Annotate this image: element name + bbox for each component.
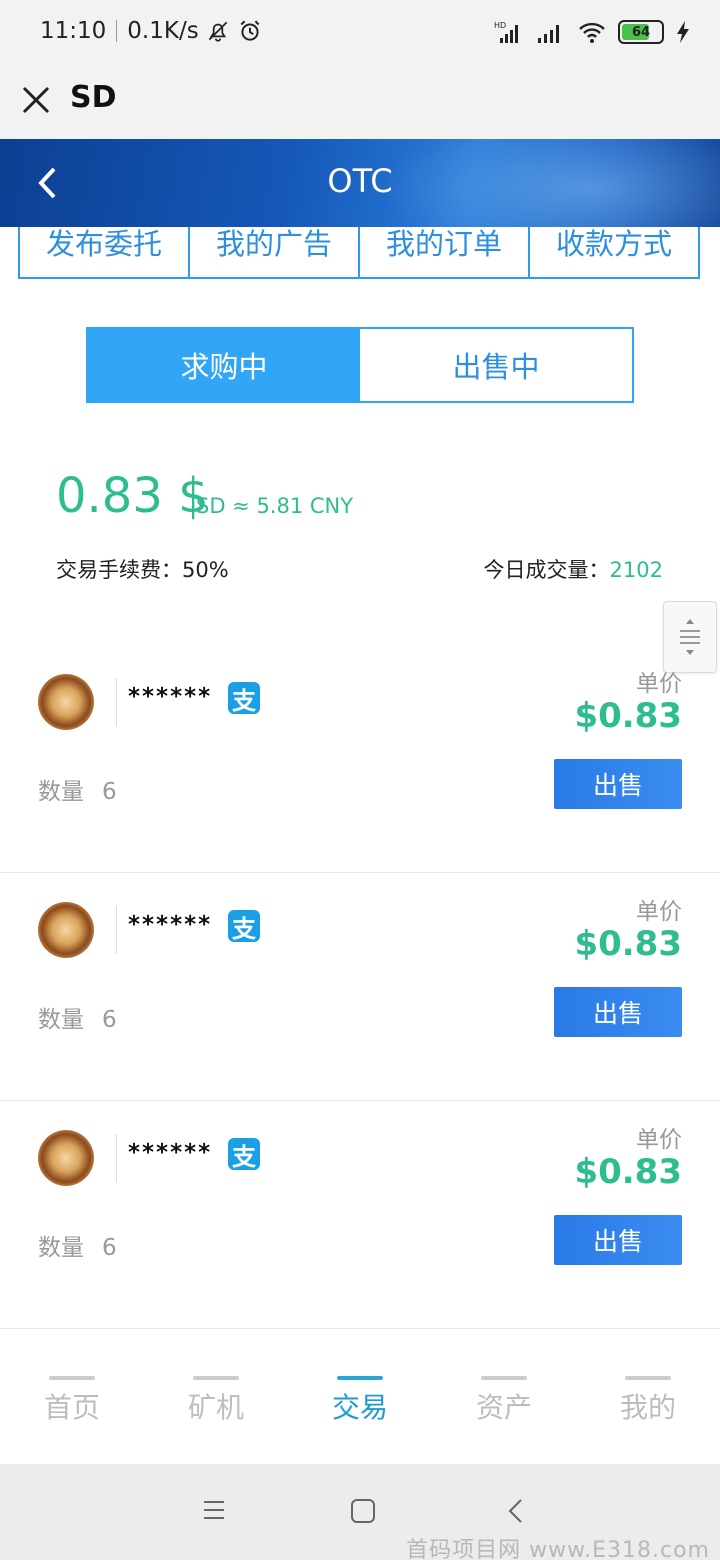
alarm-icon bbox=[240, 20, 260, 41]
avatar bbox=[38, 1130, 94, 1186]
user-name: ****** bbox=[128, 912, 213, 938]
bell-off-icon bbox=[208, 21, 227, 42]
watermark: 首码项目网 www.E318.com bbox=[406, 1538, 710, 1563]
status-separator bbox=[116, 20, 118, 42]
user-name: ****** bbox=[128, 684, 213, 710]
quantity-label: 数量 bbox=[38, 779, 84, 805]
back-icon[interactable] bbox=[506, 1498, 526, 1524]
unit-price-label: 单价 bbox=[636, 671, 682, 697]
divider bbox=[116, 906, 117, 954]
tab-assets[interactable]: 资产 bbox=[432, 1360, 576, 1464]
webview-title: SD bbox=[70, 80, 117, 115]
tab-label: 矿机 bbox=[187, 1391, 244, 1424]
fee-info: 交易手续费：50% bbox=[56, 554, 229, 584]
sell-button[interactable]: 出售 bbox=[554, 1215, 682, 1265]
battery-level: 64 bbox=[631, 24, 651, 40]
tab-indicator bbox=[193, 1376, 239, 1380]
tab-indicator bbox=[625, 1376, 671, 1380]
avatar bbox=[38, 902, 94, 958]
hd-signal-icon: HD bbox=[494, 21, 518, 43]
tab-trade[interactable]: 交易 bbox=[288, 1360, 432, 1464]
quantity-label: 数量 bbox=[38, 1235, 84, 1261]
sell-button[interactable]: 出售 bbox=[554, 987, 682, 1037]
svg-text:HD: HD bbox=[494, 21, 506, 30]
status-left: 11:10 0.1K/s bbox=[40, 18, 263, 44]
divider bbox=[116, 678, 117, 726]
volume-info: 今日成交量：2102 bbox=[484, 554, 663, 584]
wifi-icon bbox=[579, 22, 605, 43]
unit-price-label: 单价 bbox=[636, 1127, 682, 1153]
price-conversion: SD ≈ 5.81 CNY bbox=[196, 494, 354, 518]
bottom-tab-bar: 首页 矿机 交易 资产 我的 bbox=[0, 1360, 720, 1464]
webview-header: SD bbox=[0, 68, 720, 140]
unit-price: $0.83 bbox=[574, 1152, 682, 1192]
battery-icon: 64 bbox=[618, 20, 664, 44]
nav-my-orders[interactable]: 我的订单 bbox=[360, 227, 530, 277]
quantity-value: 6 bbox=[102, 779, 117, 805]
volume-value: 2102 bbox=[609, 558, 663, 582]
tab-label: 交易 bbox=[331, 1391, 388, 1424]
nav-publish-order[interactable]: 发布委托 bbox=[20, 227, 190, 277]
quantity: 数量 6 bbox=[38, 1228, 117, 1262]
tab-label: 我的 bbox=[619, 1391, 676, 1424]
tab-indicator bbox=[49, 1376, 95, 1380]
alipay-icon: 支 bbox=[228, 682, 260, 715]
order-card: ****** 支 单价 $0.83 数量 6 出售 bbox=[0, 644, 720, 873]
tab-label: 资产 bbox=[475, 1391, 532, 1424]
current-price: 0.83 $ bbox=[56, 468, 209, 524]
sell-button[interactable]: 出售 bbox=[554, 759, 682, 809]
close-icon[interactable] bbox=[20, 84, 52, 116]
charging-icon bbox=[677, 21, 689, 43]
status-time: 11:10 bbox=[40, 18, 107, 44]
nav-my-ads[interactable]: 我的广告 bbox=[190, 227, 360, 277]
tab-indicator bbox=[337, 1376, 383, 1380]
status-bar: 11:10 0.1K/s HD 64 bbox=[0, 0, 720, 68]
unit-price: $0.83 bbox=[574, 924, 682, 964]
quantity-value: 6 bbox=[102, 1007, 117, 1033]
tab-home[interactable]: 首页 bbox=[0, 1360, 144, 1464]
volume-label: 今日成交量： bbox=[483, 558, 610, 582]
tab-miner[interactable]: 矿机 bbox=[144, 1360, 288, 1464]
alipay-icon: 支 bbox=[228, 1138, 260, 1171]
tab-indicator bbox=[481, 1376, 527, 1380]
page-title: OTC bbox=[327, 162, 393, 200]
menu-icon[interactable] bbox=[202, 1498, 226, 1522]
alipay-icon: 支 bbox=[228, 910, 260, 943]
tab-buying[interactable]: 求购中 bbox=[88, 329, 360, 401]
status-right: HD 64 bbox=[494, 20, 690, 44]
order-card: ****** 支 单价 $0.83 数量 6 出售 bbox=[0, 872, 720, 1101]
tab-mine[interactable]: 我的 bbox=[576, 1360, 720, 1464]
divider bbox=[116, 1134, 117, 1182]
tab-label: 首页 bbox=[43, 1391, 100, 1424]
avatar bbox=[38, 674, 94, 730]
fee-value: 50% bbox=[182, 558, 229, 582]
quantity: 数量 6 bbox=[38, 1000, 117, 1034]
unit-price-label: 单价 bbox=[636, 899, 682, 925]
order-card: ****** 支 单价 $0.83 数量 6 出售 bbox=[0, 1100, 720, 1329]
status-speed: 0.1K/s bbox=[127, 18, 199, 44]
tab-selling[interactable]: 出售中 bbox=[360, 329, 632, 401]
fee-label: 交易手续费： bbox=[56, 558, 182, 582]
quantity-value: 6 bbox=[102, 1235, 117, 1261]
home-icon[interactable] bbox=[350, 1498, 376, 1524]
signal-icon bbox=[538, 25, 559, 43]
quantity: 数量 6 bbox=[38, 772, 117, 806]
nav-payment-methods[interactable]: 收款方式 bbox=[530, 227, 698, 277]
top-nav: 发布委托 我的广告 我的订单 收款方式 bbox=[18, 227, 700, 279]
buy-sell-toggle: 求购中 出售中 bbox=[86, 327, 634, 403]
quantity-label: 数量 bbox=[38, 1007, 84, 1033]
user-name: ****** bbox=[128, 1140, 213, 1166]
unit-price: $0.83 bbox=[574, 696, 682, 736]
